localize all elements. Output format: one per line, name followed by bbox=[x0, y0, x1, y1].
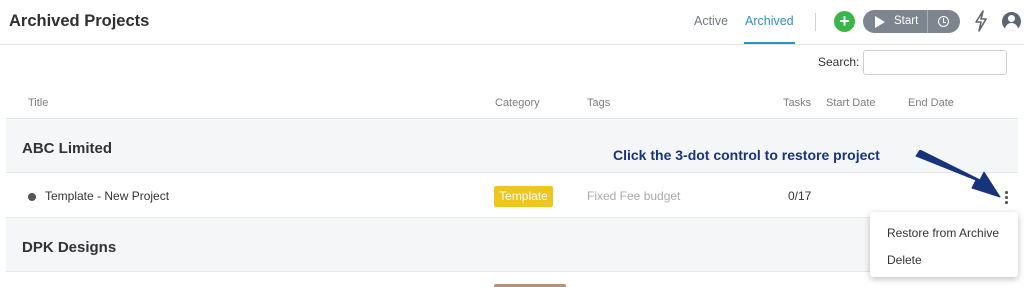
clock-icon bbox=[938, 16, 949, 27]
bolt-icon[interactable] bbox=[973, 10, 989, 32]
column-header-category[interactable]: Category bbox=[495, 97, 540, 109]
project-title[interactable]: Template - New Project bbox=[45, 189, 169, 203]
group-row[interactable]: ABC Limited bbox=[6, 119, 1018, 173]
annotation-arrow-icon bbox=[915, 150, 1001, 198]
context-menu: Restore from Archive Delete bbox=[870, 212, 1018, 277]
play-icon bbox=[875, 16, 885, 28]
column-header-start-date[interactable]: Start Date bbox=[826, 97, 876, 109]
column-header-tags[interactable]: Tags bbox=[587, 97, 610, 109]
plus-icon: + bbox=[839, 11, 850, 31]
user-icon[interactable] bbox=[1002, 12, 1021, 31]
group-label: ABC Limited bbox=[22, 140, 112, 157]
status-bullet bbox=[28, 193, 36, 201]
group-row[interactable]: DPK Designs bbox=[6, 218, 1018, 272]
annotation-text: Click the 3-dot control to restore proje… bbox=[613, 147, 880, 163]
column-header-tasks[interactable]: Tasks bbox=[783, 97, 811, 109]
menu-item-delete[interactable]: Delete bbox=[887, 253, 922, 267]
tab-archived-underline bbox=[744, 42, 795, 44]
search-input[interactable] bbox=[863, 50, 1007, 75]
tab-archived[interactable]: Archived bbox=[745, 14, 794, 28]
search-label: Search: bbox=[818, 55, 860, 69]
column-header-end-date[interactable]: End Date bbox=[908, 97, 954, 109]
tasks-cell: 0/17 bbox=[788, 189, 812, 203]
timer-control: Start bbox=[863, 10, 960, 33]
user-head-shape bbox=[1008, 15, 1015, 22]
start-label: Start bbox=[894, 15, 919, 27]
tab-active[interactable]: Active bbox=[694, 14, 728, 28]
group-label: DPK Designs bbox=[22, 239, 117, 256]
category-badge: Template bbox=[494, 186, 553, 207]
add-button[interactable]: + bbox=[834, 11, 855, 32]
dot bbox=[1005, 201, 1008, 204]
user-body-shape bbox=[1005, 23, 1018, 31]
table-row[interactable]: Template - New Project Template Fixed Fe… bbox=[6, 174, 1018, 218]
top-bar: Archived Projects Active Archived + Star… bbox=[0, 0, 1024, 45]
timer-history-button[interactable] bbox=[928, 10, 960, 33]
column-header-title[interactable]: Title bbox=[28, 97, 48, 109]
toolbar-divider bbox=[815, 13, 816, 31]
menu-item-restore[interactable]: Restore from Archive bbox=[887, 226, 999, 240]
tags-cell: Fixed Fee budget bbox=[587, 189, 681, 203]
start-timer-button[interactable]: Start bbox=[863, 10, 927, 33]
page-title: Archived Projects bbox=[9, 12, 150, 30]
